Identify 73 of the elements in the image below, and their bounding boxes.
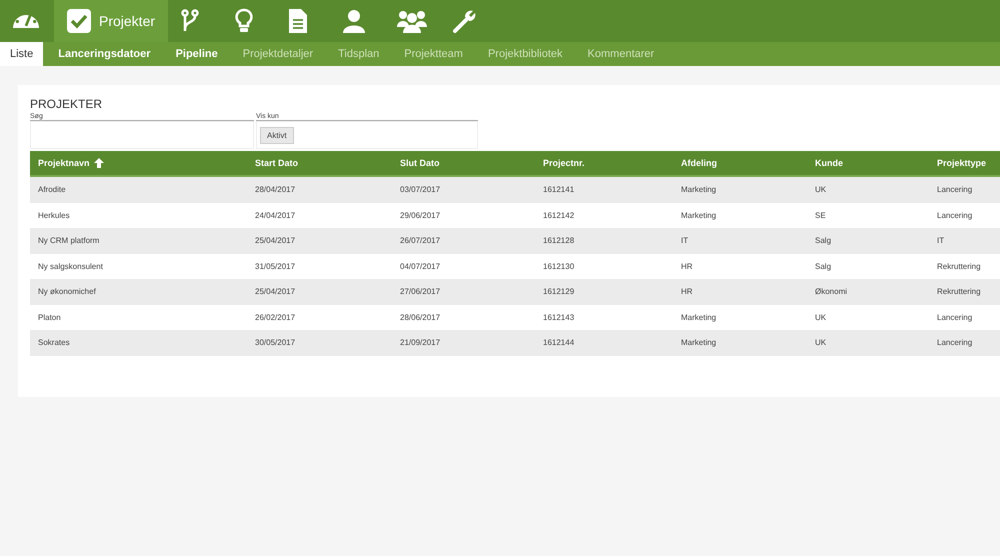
table-cell: Sokrates xyxy=(38,338,70,348)
table-cell: 1612142 xyxy=(543,210,574,220)
table-cell: IT xyxy=(681,236,688,246)
tab[interactable]: Liste xyxy=(0,42,44,66)
table-cell: Ny økonomichef xyxy=(38,287,96,296)
table-cell: 24/04/2017 xyxy=(255,210,296,220)
table-cell: Marketing xyxy=(681,312,716,322)
table-cell: 28/06/2017 xyxy=(400,312,440,322)
table-cell: 27/06/2017 xyxy=(400,287,440,296)
nav-tab[interactable]: Projekter xyxy=(54,0,168,42)
column-header[interactable]: Afdeling xyxy=(681,158,717,168)
column-header[interactable]: Projektnavn xyxy=(38,158,104,168)
table-cell: HR xyxy=(681,287,693,296)
table-cell: 25/04/2017 xyxy=(255,236,296,246)
page-title: PROJEKTER xyxy=(30,97,104,111)
table-cell: SE xyxy=(815,210,826,220)
user-icon xyxy=(343,9,366,33)
column-header[interactable]: Projekttype xyxy=(937,158,986,168)
table-cell: Rekruttering xyxy=(937,262,981,271)
tab[interactable]: Lanceringsdatoer xyxy=(48,42,161,66)
gauge-icon xyxy=(13,14,39,28)
table-cell: 1612128 xyxy=(543,236,574,246)
table-cell: 1612129 xyxy=(543,287,574,296)
users-icon xyxy=(397,9,428,33)
lightbulb-icon xyxy=(235,8,254,34)
tab[interactable]: Pipeline xyxy=(166,42,228,66)
table-cell: Lancering xyxy=(937,185,972,194)
table-cell: Platon xyxy=(38,312,61,322)
table-cell: Afrodite xyxy=(38,185,66,194)
table-cell: Ny salgskonsulent xyxy=(38,262,103,271)
table-cell: 26/07/2017 xyxy=(400,236,440,246)
wrench-icon xyxy=(453,9,478,33)
table-cell: Lancering xyxy=(937,210,972,220)
search-field[interactable] xyxy=(30,121,254,149)
column-header[interactable]: Start Dato xyxy=(255,158,298,168)
table-cell: UK xyxy=(815,312,826,322)
table-cell: Salg xyxy=(815,262,832,271)
table-cell: Lancering xyxy=(937,338,972,348)
table-cell: 21/09/2017 xyxy=(400,338,440,348)
table-cell: IT xyxy=(937,236,944,246)
document-icon xyxy=(289,9,308,33)
table-cell: Ny CRM platform xyxy=(38,236,100,246)
table-cell: Marketing xyxy=(681,338,716,348)
table-cell: HR xyxy=(681,262,693,271)
branch-icon xyxy=(181,9,200,33)
checkbox-icon xyxy=(67,9,91,33)
table-cell: Rekruttering xyxy=(937,287,981,296)
table-cell: UK xyxy=(815,185,826,194)
table-cell: 03/07/2017 xyxy=(400,185,440,194)
table-cell: Lancering xyxy=(937,312,972,322)
table-cell: 1612143 xyxy=(543,312,574,322)
column-header[interactable]: Slut Dato xyxy=(400,158,440,168)
table-cell: 1612144 xyxy=(543,338,574,348)
table-cell: 31/05/2017 xyxy=(255,262,296,271)
table-cell: 26/02/2017 xyxy=(255,312,296,322)
table-cell: 04/07/2017 xyxy=(400,262,440,271)
sort-up-icon xyxy=(94,158,104,168)
table-cell: Marketing xyxy=(681,185,716,194)
table-cell: 28/04/2017 xyxy=(255,185,296,194)
table-cell: UK xyxy=(815,338,826,348)
table-cell: 1612141 xyxy=(543,185,574,194)
column-header[interactable]: Projectnr. xyxy=(543,158,585,168)
table-cell: Salg xyxy=(815,236,832,246)
column-header[interactable]: Kunde xyxy=(815,158,843,168)
table-cell: Herkules xyxy=(38,210,70,220)
table-cell: Økonomi xyxy=(815,287,848,296)
table-cell: 30/05/2017 xyxy=(255,338,296,348)
table-cell: 1612130 xyxy=(543,262,574,271)
table-cell: 29/06/2017 xyxy=(400,210,440,220)
table-cell: 25/04/2017 xyxy=(255,287,296,296)
filter-chip[interactable]: Aktivt xyxy=(260,126,294,144)
table-cell: Marketing xyxy=(681,210,716,220)
filter-field[interactable]: Aktivt xyxy=(256,121,478,149)
